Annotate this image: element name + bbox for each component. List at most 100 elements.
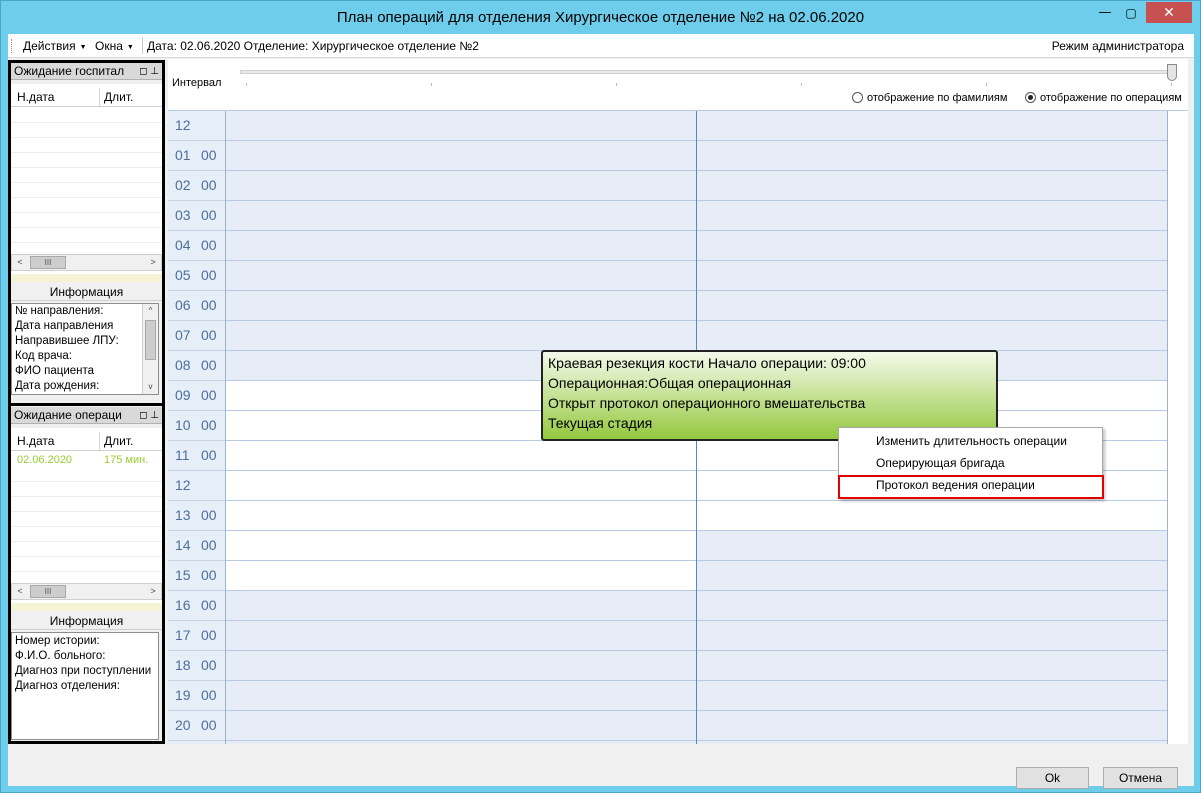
time-slot[interactable] xyxy=(697,591,1167,621)
time-slot[interactable] xyxy=(226,171,696,201)
time-slot[interactable] xyxy=(697,711,1167,741)
menu-item-surgical-team[interactable]: Оперирующая бригада xyxy=(839,452,1102,474)
radio-by-name[interactable]: отображение по фамилиям xyxy=(852,92,1007,104)
hosp-hscroll[interactable]: < III > xyxy=(11,254,162,271)
time-slot[interactable] xyxy=(697,681,1167,711)
hour-label: 18 00 xyxy=(168,651,225,681)
title-bar[interactable]: План операций для отделения Хирургическо… xyxy=(1,1,1200,34)
time-slot[interactable] xyxy=(697,201,1167,231)
hour-label: 20 00 xyxy=(168,711,225,741)
toolbar-grip[interactable] xyxy=(11,39,14,53)
time-slot[interactable] xyxy=(226,621,696,651)
radio-dot-selected[interactable] xyxy=(1025,92,1036,103)
col-header-duration[interactable]: Длит. xyxy=(104,90,133,104)
pin-icon[interactable]: ◻ ⊥ xyxy=(137,407,159,423)
scroll-left-icon[interactable]: < xyxy=(12,584,28,599)
time-slot[interactable] xyxy=(226,141,696,171)
hour-label: 13 00 xyxy=(168,501,225,531)
time-slot[interactable] xyxy=(697,561,1167,591)
radio-by-operation[interactable]: отображение по операциям xyxy=(1025,92,1182,104)
hosp-grid-rows[interactable] xyxy=(11,108,162,250)
time-slot[interactable] xyxy=(697,141,1167,171)
time-slot[interactable] xyxy=(697,171,1167,201)
time-slot[interactable] xyxy=(226,501,696,531)
time-slot[interactable] xyxy=(226,681,696,711)
hosp-panel-header[interactable]: Ожидание госпитал ◻ ⊥ xyxy=(11,63,162,80)
hosp-grid[interactable]: Н.дата Длит. < III > xyxy=(11,84,162,274)
scroll-down-icon[interactable]: v xyxy=(143,380,158,394)
ok-button[interactable]: Ok xyxy=(1016,767,1089,789)
col-header-date[interactable]: Н.дата xyxy=(17,434,54,448)
hosp-info-title: Информация xyxy=(11,283,162,301)
hour-label: 08 00 xyxy=(168,351,225,381)
radio-dot[interactable] xyxy=(852,92,863,103)
time-slot[interactable] xyxy=(697,651,1167,681)
time-slot[interactable] xyxy=(226,531,696,561)
hosp-info-vscroll[interactable]: ^ v xyxy=(142,304,158,394)
time-slot[interactable] xyxy=(226,201,696,231)
time-slot[interactable] xyxy=(226,441,696,471)
menu-item-change-duration[interactable]: Изменить длительность операции xyxy=(839,430,1102,452)
window-title: План операций для отделения Хирургическо… xyxy=(336,9,865,26)
oper-grid[interactable]: Н.дата Длит. 02.06.2020 175 мин. < III > xyxy=(11,428,162,603)
time-slot[interactable] xyxy=(697,621,1167,651)
hour-row: 04 00 xyxy=(168,231,1188,261)
time-slot[interactable] xyxy=(697,111,1167,141)
scroll-up-icon[interactable]: ^ xyxy=(143,304,158,318)
time-slot[interactable] xyxy=(226,561,696,591)
oper-hscroll[interactable]: < III > xyxy=(11,583,162,600)
col-header-date[interactable]: Н.дата xyxy=(17,90,54,104)
time-slot[interactable] xyxy=(697,261,1167,291)
pin-icon[interactable]: ◻ ⊥ xyxy=(137,63,159,79)
hour-label: 12 xyxy=(168,111,225,141)
time-slot[interactable] xyxy=(226,651,696,681)
hour-row: 20 00 xyxy=(168,711,1188,741)
scroll-thumb[interactable] xyxy=(145,320,156,360)
scroll-thumb[interactable]: III xyxy=(30,585,66,598)
hour-number: 09 xyxy=(175,387,191,403)
oper-panel-header[interactable]: Ожидание операци ◻ ⊥ xyxy=(11,407,162,424)
info-line: Код врача: xyxy=(15,350,72,362)
scroll-thumb[interactable]: III xyxy=(30,256,66,269)
time-slot[interactable] xyxy=(226,711,696,741)
toolbar-separator xyxy=(142,38,143,54)
chevron-down-icon: ▼ xyxy=(126,44,134,51)
hour-row: 07 00 xyxy=(168,321,1188,351)
time-slot[interactable] xyxy=(226,321,696,351)
time-slot[interactable] xyxy=(697,291,1167,321)
time-slot[interactable] xyxy=(226,111,696,141)
minute-number: 00 xyxy=(201,657,217,673)
time-slot[interactable] xyxy=(697,231,1167,261)
time-slot[interactable] xyxy=(697,531,1167,561)
scroll-left-icon[interactable]: < xyxy=(12,255,28,270)
hour-number: 08 xyxy=(175,357,191,373)
slider-thumb[interactable] xyxy=(1167,64,1177,81)
oper-splitter[interactable] xyxy=(11,603,162,611)
cancel-button[interactable]: Отмена xyxy=(1103,767,1178,789)
hosp-splitter[interactable] xyxy=(11,274,162,282)
row-duration: 175 мин. xyxy=(104,454,149,466)
maximize-button[interactable]: ▢ xyxy=(1118,2,1144,23)
interval-slider[interactable] xyxy=(240,70,1170,74)
time-slot[interactable] xyxy=(226,471,696,501)
scroll-right-icon[interactable]: > xyxy=(145,255,161,270)
actions-menu[interactable]: Действия ▼ xyxy=(23,39,87,53)
windows-menu[interactable]: Окна ▼ xyxy=(95,39,134,53)
minimize-button[interactable]: — xyxy=(1092,2,1118,23)
col-header-duration[interactable]: Длит. xyxy=(104,434,133,448)
time-slot[interactable] xyxy=(226,591,696,621)
time-slot[interactable] xyxy=(226,291,696,321)
time-slot[interactable] xyxy=(697,321,1167,351)
close-button[interactable]: ✕ xyxy=(1146,2,1192,23)
time-slot[interactable] xyxy=(226,261,696,291)
table-row[interactable]: 02.06.2020 175 мин. xyxy=(11,453,162,468)
time-slot[interactable] xyxy=(697,501,1167,531)
main-window: План операций для отделения Хирургическо… xyxy=(0,0,1201,793)
oper-info-box: Номер истории: Ф.И.О. больного: Диагноз … xyxy=(11,632,159,740)
minute-number: 00 xyxy=(201,597,217,613)
info-line: Диагноз при поступлении xyxy=(15,665,152,677)
hour-label: 02 00 xyxy=(168,171,225,201)
scroll-right-icon[interactable]: > xyxy=(145,584,161,599)
radio-by-operation-label: отображение по операциям xyxy=(1040,92,1182,104)
time-slot[interactable] xyxy=(226,231,696,261)
